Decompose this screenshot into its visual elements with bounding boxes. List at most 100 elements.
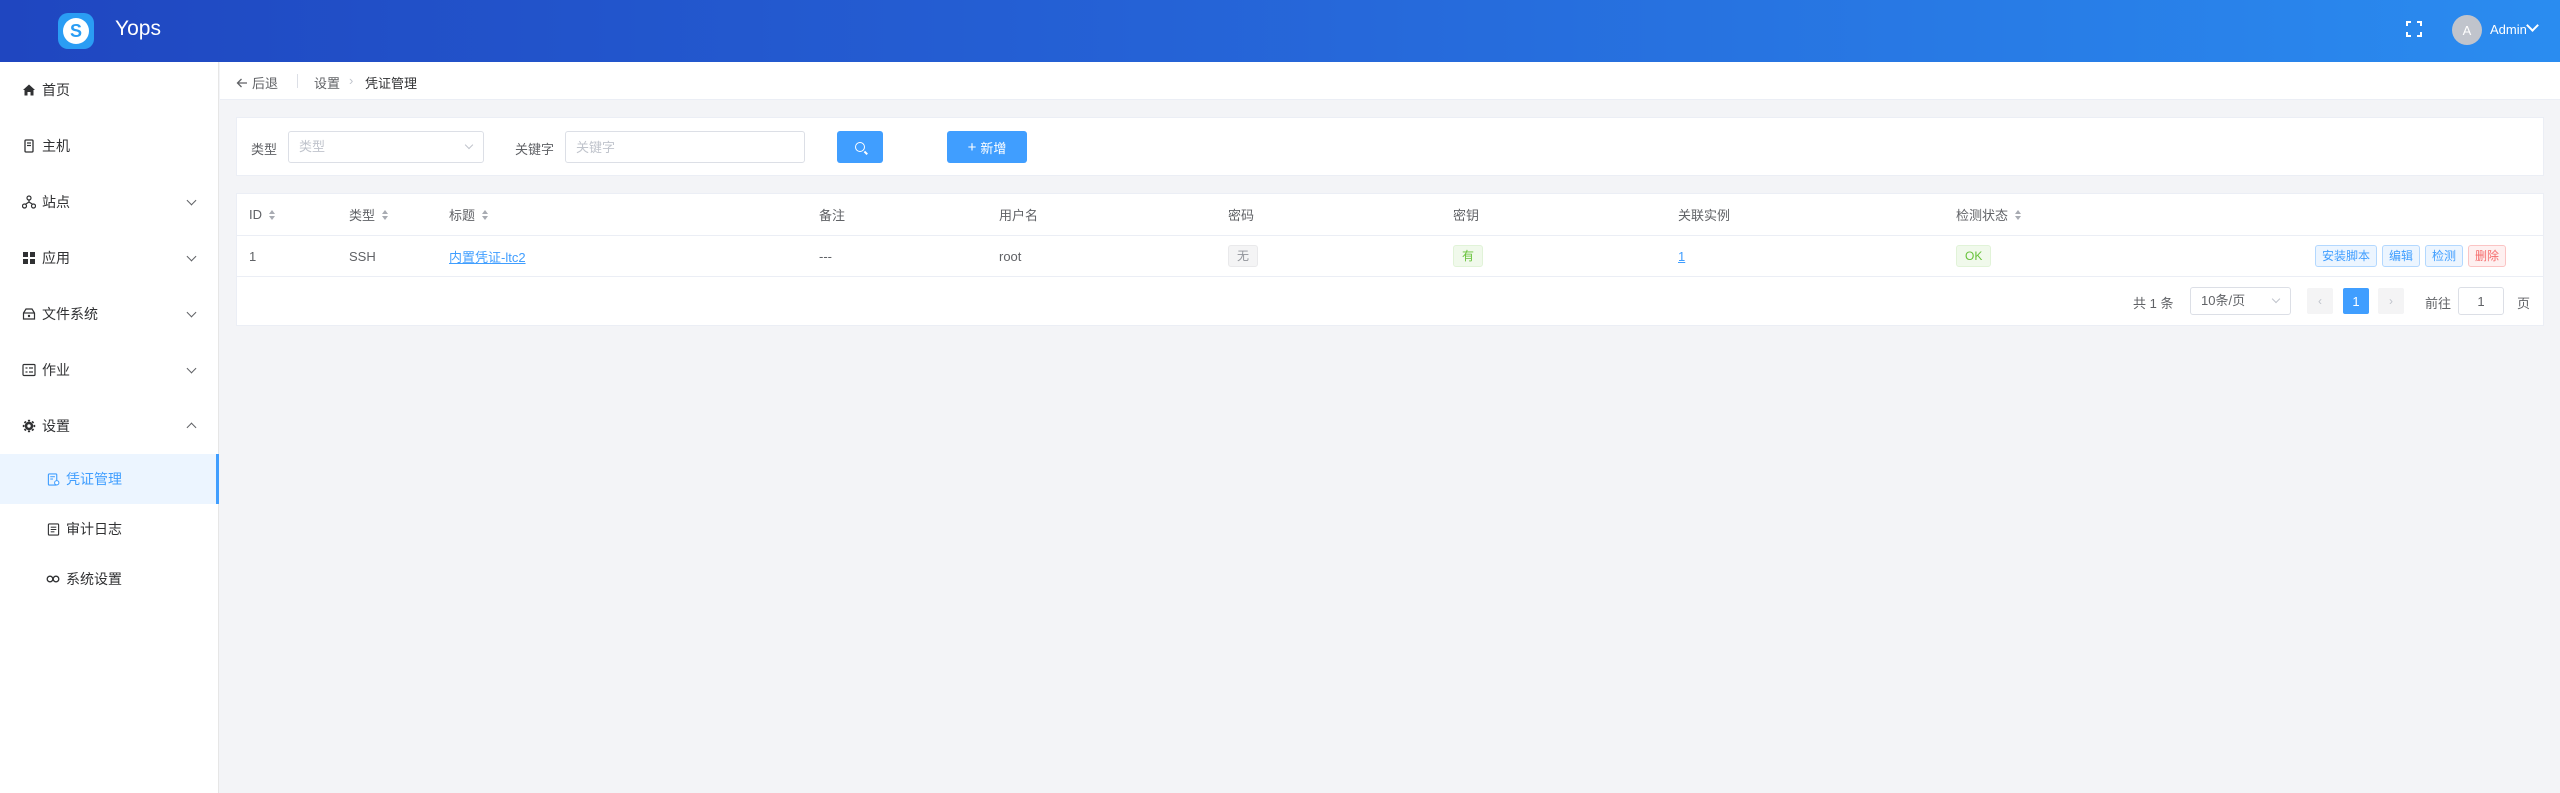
sidebar-item-job[interactable]: 作业	[0, 342, 219, 398]
audit-log-icon	[46, 522, 60, 536]
column-header-title[interactable]: 标题	[449, 194, 489, 235]
sort-icon[interactable]	[2015, 209, 2022, 220]
filter-bar: 类型 类型 关键字 + 新增	[236, 117, 2544, 176]
breadcrumb-item-credentials: 凭证管理	[365, 76, 418, 91]
arrow-left-icon	[236, 78, 247, 87]
chevron-down-icon	[186, 195, 197, 205]
page-size-value: 10条/页	[2201, 293, 2246, 308]
edit-button[interactable]: 编辑	[2382, 245, 2421, 267]
home-icon	[22, 83, 36, 97]
sidebar-subitem-label: 审计日志	[66, 521, 122, 537]
filesystem-icon	[22, 307, 36, 321]
sidebar-item-filesystem[interactable]: 文件系统	[0, 286, 219, 342]
page-size-select[interactable]: 10条/页	[2190, 287, 2291, 315]
goto-label: 前往	[2425, 296, 2452, 311]
pagination-total: 共 1 条	[2133, 296, 2174, 311]
sidebar-subitem-credentials[interactable]: 凭证管理	[0, 454, 219, 504]
row-actions: 安装脚本 编辑 检测 删除	[2315, 236, 2507, 276]
column-header-username: 用户名	[999, 208, 1039, 223]
linked-instances-link[interactable]: 1	[1678, 249, 1685, 264]
sidebar-subitem-label: 凭证管理	[66, 471, 122, 487]
avatar[interactable]: A	[2452, 15, 2482, 45]
sidebar-item-label: 应用	[42, 250, 70, 266]
chevron-right-icon: ›	[2389, 294, 2393, 308]
back-label: 后退	[252, 76, 279, 91]
breadcrumb-item-settings[interactable]: 设置	[314, 73, 340, 92]
sort-icon[interactable]	[482, 209, 489, 220]
column-header-type[interactable]: 类型	[349, 194, 389, 235]
sidebar-item-label: 作业	[42, 362, 70, 378]
fullscreen-icon[interactable]	[2406, 21, 2422, 37]
sidebar-subitem-label: 系统设置	[66, 571, 122, 587]
page-number-current[interactable]: 1	[2343, 288, 2369, 314]
sidebar-item-label: 文件系统	[42, 306, 98, 322]
logo-icon[interactable]: S	[58, 13, 94, 49]
next-page-button[interactable]: ›	[2378, 288, 2404, 314]
pagination: 共 1 条 10条/页 ‹ 1 › 前往 页	[237, 277, 2543, 325]
column-header-id[interactable]: ID	[249, 194, 275, 235]
back-button[interactable]: 后退	[236, 73, 278, 92]
page-suffix-label: 页	[2517, 296, 2531, 311]
credentials-table: ID 类型 标题 备注 用户名 密码 密钥 关联实例 检测状态 1 SSH 内置…	[236, 193, 2544, 326]
add-button-label: 新增	[980, 140, 1007, 156]
sidebar-subitem-system-settings[interactable]: 系统设置	[0, 554, 219, 604]
sidebar: 首页 主机 站点 应用 文件系统 作业 设置 凭证管理 审计日志 系统设置	[0, 62, 219, 793]
chevron-down-icon	[186, 307, 197, 317]
chevron-down-icon	[464, 140, 474, 150]
sidebar-item-label: 设置	[42, 418, 70, 434]
status-badge: OK	[1956, 245, 1992, 267]
sidebar-item-settings[interactable]: 设置	[0, 398, 219, 454]
column-header-key: 密钥	[1453, 208, 1480, 223]
delete-button[interactable]: 删除	[2468, 245, 2507, 267]
job-icon	[22, 363, 36, 377]
chevron-down-icon	[2271, 294, 2281, 304]
type-label: 类型	[251, 142, 278, 157]
cell-id: 1	[249, 248, 257, 264]
user-name[interactable]: Admin	[2490, 22, 2527, 37]
cell-remark: ---	[819, 248, 832, 264]
type-select-placeholder: 类型	[299, 139, 326, 154]
cell-title-link[interactable]: 内置凭证-ltc2	[449, 247, 526, 266]
search-button[interactable]	[837, 131, 883, 163]
sort-icon[interactable]	[382, 209, 389, 220]
install-script-button[interactable]: 安装脚本	[2315, 245, 2378, 267]
gear-icon	[22, 419, 36, 433]
site-icon	[22, 195, 36, 209]
type-select[interactable]: 类型	[288, 131, 484, 163]
app-title: Yops	[115, 17, 161, 40]
plus-icon: +	[967, 138, 977, 156]
table-row: 1 SSH 内置凭证-ltc2 --- root 无 有 1 OK 安装脚本 编…	[237, 236, 2543, 277]
chevron-left-icon: ‹	[2318, 294, 2322, 308]
sidebar-item-site[interactable]: 站点	[0, 174, 219, 230]
divider	[297, 74, 298, 88]
cell-type: SSH	[349, 248, 376, 264]
keyword-input[interactable]	[565, 131, 805, 163]
prev-page-button[interactable]: ‹	[2307, 288, 2333, 314]
sidebar-item-home[interactable]: 首页	[0, 62, 219, 118]
sidebar-subitem-audit-log[interactable]: 审计日志	[0, 504, 219, 554]
column-header-password: 密码	[1228, 208, 1255, 223]
search-icon	[855, 142, 865, 152]
host-icon	[22, 139, 36, 153]
sidebar-item-label: 首页	[42, 82, 70, 98]
breadcrumb: 后退 设置 › 凭证管理	[220, 62, 2560, 100]
key-tag: 有	[1453, 245, 1484, 267]
cell-username: root	[999, 248, 1022, 264]
sidebar-item-app[interactable]: 应用	[0, 230, 219, 286]
chevron-down-icon[interactable]	[2526, 19, 2539, 32]
app-icon	[22, 251, 36, 265]
column-header-check-status[interactable]: 检测状态	[1956, 194, 2022, 235]
credential-icon	[46, 472, 60, 486]
chevron-down-icon	[186, 251, 197, 261]
system-settings-icon	[46, 572, 60, 586]
add-button[interactable]: + 新增	[947, 131, 1027, 163]
password-tag: 无	[1228, 245, 1259, 267]
keyword-label: 关键字	[515, 142, 555, 157]
sort-icon[interactable]	[269, 209, 275, 220]
goto-page-input[interactable]	[2458, 287, 2504, 315]
sidebar-item-label: 主机	[42, 138, 70, 154]
chevron-up-icon	[186, 422, 197, 433]
sidebar-item-host[interactable]: 主机	[0, 118, 219, 174]
check-button[interactable]: 检测	[2425, 245, 2464, 267]
column-header-remark: 备注	[819, 208, 846, 223]
